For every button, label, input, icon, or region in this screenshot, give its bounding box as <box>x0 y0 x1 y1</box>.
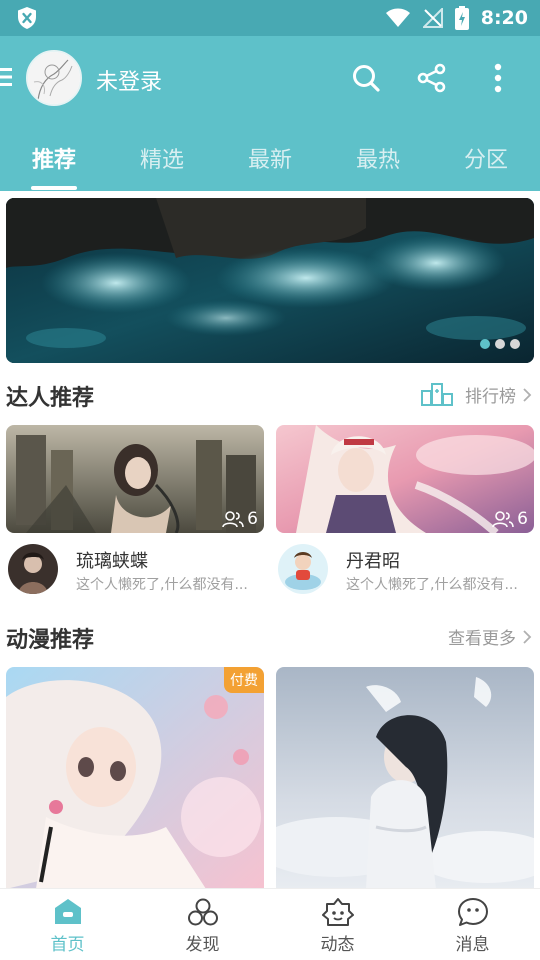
expert-avatar[interactable] <box>278 544 328 594</box>
anime-cover-image <box>6 667 264 889</box>
expert-card[interactable]: 6 丹君昭 这个人懒死了,什么都没有... <box>276 425 534 600</box>
users-icon <box>222 511 244 528</box>
menu-icon[interactable] <box>0 66 14 88</box>
more-options-button[interactable] <box>481 60 515 96</box>
more-vertical-icon <box>494 63 502 93</box>
login-status-label[interactable]: 未登录 <box>96 64 162 96</box>
share-icon <box>417 63 446 93</box>
users-icon <box>492 511 514 528</box>
paid-badge: 付费 <box>224 667 264 693</box>
shield-icon <box>18 7 36 29</box>
chevron-right-icon <box>523 387 532 402</box>
anime-section-title: 动漫推荐 <box>6 628 95 653</box>
expert-bio: 这个人懒死了,什么都没有... <box>346 577 518 593</box>
carousel-indicator <box>480 339 520 349</box>
expert-name: 琉璃蛱蝶 <box>76 551 148 572</box>
share-button[interactable] <box>415 60 449 96</box>
message-icon <box>457 898 488 926</box>
chevron-right-icon <box>523 629 532 644</box>
tab-latest[interactable]: 最新 <box>216 136 324 191</box>
carousel-dot[interactable] <box>480 339 490 349</box>
leaderboard-icon <box>421 382 453 406</box>
discover-icon <box>187 898 218 926</box>
battery-icon <box>454 6 469 30</box>
tab-hottest[interactable]: 最热 <box>324 136 432 191</box>
status-bar: 8:20 <box>0 0 540 36</box>
carousel-dot[interactable] <box>495 339 505 349</box>
tab-categories[interactable]: 分区 <box>432 136 540 191</box>
home-icon <box>54 899 81 924</box>
expert-name: 丹君昭 <box>346 551 400 572</box>
category-tabs: 推荐 精选 最新 最热 分区 <box>0 136 540 191</box>
nav-activity[interactable]: 动态 <box>270 889 405 960</box>
app-bar: 未登录 推荐 精选 最新 最热 分区 <box>0 36 540 191</box>
expert-avatar[interactable] <box>8 544 58 594</box>
user-avatar[interactable] <box>26 50 82 106</box>
nav-home[interactable]: 首页 <box>0 889 135 960</box>
anime-card[interactable]: 付费 <box>6 667 264 889</box>
search-button[interactable] <box>349 60 383 96</box>
tab-recommend[interactable]: 推荐 <box>0 136 108 191</box>
leaderboard-label: 排行榜 <box>465 387 516 407</box>
tab-featured[interactable]: 精选 <box>108 136 216 191</box>
wifi-icon <box>385 8 410 27</box>
follower-count: 6 <box>492 509 528 529</box>
carousel-dot[interactable] <box>510 339 520 349</box>
search-icon <box>353 65 380 92</box>
banner-image <box>6 198 534 363</box>
sketch-avatar-image <box>28 52 80 104</box>
expert-cover-image: 6 <box>6 425 264 533</box>
anime-card[interactable] <box>276 667 534 889</box>
view-more-label: 查看更多 <box>448 629 516 649</box>
view-more-link[interactable]: 查看更多 <box>448 624 532 649</box>
no-signal-icon <box>422 8 443 28</box>
bottom-navigation: 首页 发现 动态 消息 <box>0 888 540 960</box>
nav-messages[interactable]: 消息 <box>405 889 540 960</box>
leaderboard-link[interactable]: 排行榜 <box>421 382 532 407</box>
follower-count: 6 <box>222 509 258 529</box>
experts-section-title: 达人推荐 <box>6 386 95 411</box>
banner-carousel[interactable] <box>6 198 534 363</box>
expert-bio: 这个人懒死了,什么都没有... <box>76 577 248 593</box>
anime-cover-image <box>276 667 534 889</box>
activity-icon <box>321 898 354 926</box>
status-time: 8:20 <box>480 7 528 29</box>
expert-cover-image: 6 <box>276 425 534 533</box>
expert-card[interactable]: 6 琉璃蛱蝶 这个人懒死了,什么都没有... <box>6 425 264 600</box>
nav-discover[interactable]: 发现 <box>135 889 270 960</box>
